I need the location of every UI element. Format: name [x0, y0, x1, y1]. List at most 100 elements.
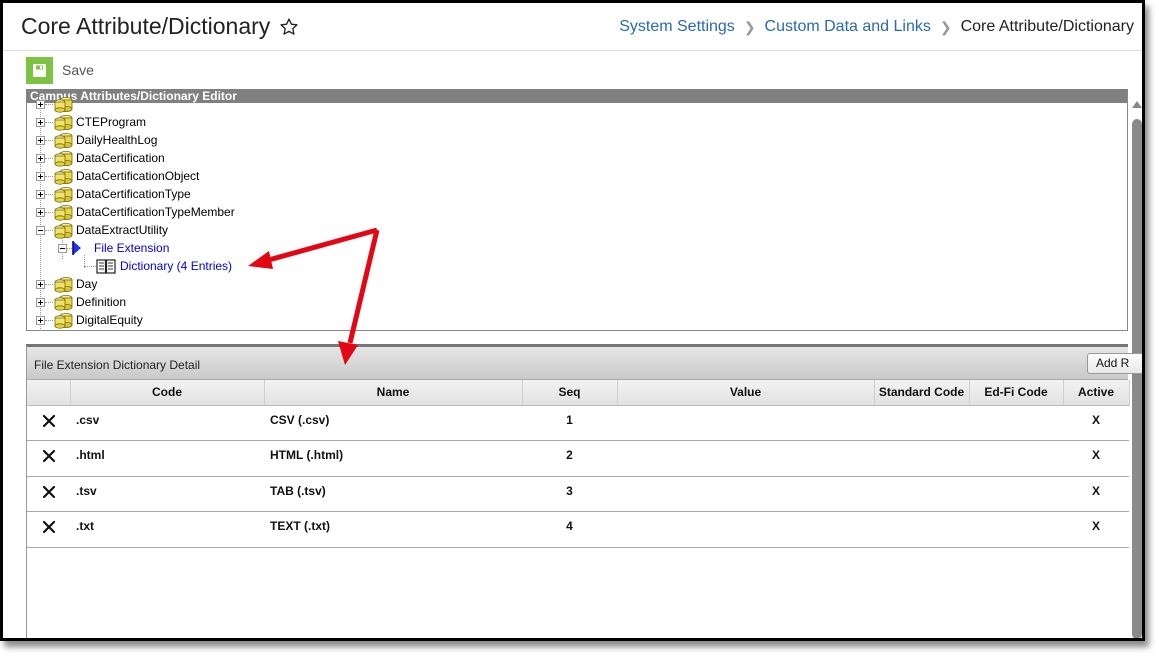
- tree-item-label[interactable]: DataCertificationTypeMember: [76, 205, 235, 219]
- star-icon[interactable]: [279, 17, 299, 37]
- cell-active[interactable]: X: [1063, 440, 1129, 477]
- cell-code[interactable]: .csv: [70, 405, 264, 441]
- dictionary-detail-panel: File Extension Dictionary Detail Add R C…: [26, 344, 1142, 638]
- cell-value[interactable]: [617, 476, 874, 512]
- tree-item-datacertificationtypemember[interactable]: DataCertificationTypeMember: [36, 203, 235, 221]
- column-header-value[interactable]: Value: [617, 380, 875, 406]
- tree-item-label[interactable]: Definition: [76, 295, 126, 309]
- cell-code[interactable]: .txt: [70, 511, 264, 548]
- expand-icon[interactable]: [36, 315, 45, 325]
- cell-active[interactable]: X: [1063, 476, 1129, 512]
- column-header-name[interactable]: Name: [264, 380, 523, 406]
- cell-name[interactable]: TEXT (.txt): [264, 511, 522, 548]
- cell-standard-code[interactable]: [874, 405, 969, 441]
- breadcrumb-custom-data-links[interactable]: Custom Data and Links: [765, 18, 931, 36]
- tree-item-definition[interactable]: Definition: [36, 293, 126, 311]
- cell-value[interactable]: [617, 511, 874, 548]
- tree-item-dictionary[interactable]: Dictionary (4 Entries): [84, 257, 232, 275]
- tree-item-datacertificationobject[interactable]: DataCertificationObject: [36, 167, 199, 185]
- tree-item-partial-bottom: [36, 329, 76, 330]
- tree-item-label[interactable]: DataCertification: [76, 151, 165, 165]
- cell-active[interactable]: X: [1063, 405, 1129, 441]
- cell-edfi-code[interactable]: [969, 405, 1063, 441]
- table-row[interactable]: .txt TEXT (.txt) 4 X: [27, 511, 1129, 548]
- cell-name[interactable]: TAB (.tsv): [264, 476, 522, 512]
- breadcrumb: System Settings ❯ Custom Data and Links …: [619, 18, 1134, 36]
- table-row[interactable]: .html HTML (.html) 2 X: [27, 440, 1129, 477]
- scroll-thumb[interactable]: [1132, 119, 1142, 638]
- tree-item-label[interactable]: DigitalEquity: [76, 313, 143, 327]
- cell-standard-code[interactable]: [874, 476, 969, 512]
- expand-icon[interactable]: [36, 189, 45, 199]
- cell-standard-code[interactable]: [874, 440, 969, 477]
- column-header-code[interactable]: Code: [70, 380, 265, 406]
- tree-item-label[interactable]: DailyHealthLog: [76, 133, 157, 147]
- collapse-icon[interactable]: [58, 243, 67, 253]
- cell-code[interactable]: .html: [70, 440, 264, 477]
- cell-active[interactable]: X: [1063, 511, 1129, 548]
- book-icon: [96, 258, 116, 274]
- cell-seq[interactable]: 2: [522, 440, 617, 477]
- chevron-right-icon: ❯: [743, 18, 756, 35]
- tree-item-label[interactable]: DataCertificationType: [76, 187, 191, 201]
- cell-seq[interactable]: 1: [522, 405, 617, 441]
- tree-item-label[interactable]: Dictionary (4 Entries): [120, 259, 232, 273]
- tree-item-digitalequity[interactable]: DigitalEquity: [36, 311, 143, 329]
- tree-item-partial: [36, 95, 76, 113]
- cell-seq[interactable]: 4: [522, 511, 617, 548]
- collapse-icon[interactable]: [36, 225, 45, 235]
- detail-panel-title: File Extension Dictionary Detail: [34, 358, 201, 372]
- cell-value[interactable]: [617, 440, 874, 477]
- cell-name[interactable]: HTML (.html): [264, 440, 522, 477]
- page-header: Core Attribute/Dictionary System Setting…: [3, 3, 1142, 51]
- add-row-button[interactable]: Add R: [1087, 353, 1142, 374]
- expand-icon[interactable]: [36, 297, 45, 307]
- tree-item-cteprogram[interactable]: CTEProgram: [36, 113, 146, 131]
- table-row[interactable]: .tsv TAB (.tsv) 3 X: [27, 476, 1129, 512]
- table-row[interactable]: .csv CSV (.csv) 1 X: [27, 405, 1129, 441]
- tree-item-datacertificationtype[interactable]: DataCertificationType: [36, 185, 191, 203]
- tree-item-day[interactable]: Day: [36, 275, 97, 293]
- database-icon: [54, 312, 73, 329]
- toolbar: Save: [26, 56, 94, 84]
- expand-icon[interactable]: [36, 117, 45, 127]
- cell-seq[interactable]: 3: [522, 476, 617, 512]
- column-header-edfi-code[interactable]: Ed-Fi Code: [969, 380, 1064, 406]
- column-header-seq[interactable]: Seq: [522, 380, 618, 406]
- tree-item-label[interactable]: DataCertificationObject: [76, 169, 199, 183]
- expand-icon[interactable]: [36, 135, 45, 145]
- table-header-row: Code Name Seq Value Standard Code Ed-Fi …: [27, 380, 1130, 406]
- column-header-standard-code[interactable]: Standard Code: [874, 380, 970, 406]
- tree-item-datacertification[interactable]: DataCertification: [36, 149, 165, 167]
- scroll-up-icon[interactable]: [1132, 101, 1142, 108]
- expand-icon[interactable]: [36, 207, 45, 217]
- delete-x-icon[interactable]: [41, 413, 57, 429]
- breadcrumb-system-settings[interactable]: System Settings: [619, 18, 735, 36]
- database-icon: [54, 204, 73, 221]
- column-header-delete: [27, 380, 71, 406]
- save-button[interactable]: Save: [26, 56, 94, 84]
- expand-icon[interactable]: [36, 153, 45, 163]
- cell-edfi-code[interactable]: [969, 511, 1063, 548]
- cell-code[interactable]: .tsv: [70, 476, 264, 512]
- cell-edfi-code[interactable]: [969, 476, 1063, 512]
- tree-item-label[interactable]: DataExtractUtility: [76, 223, 168, 237]
- column-header-active[interactable]: Active: [1063, 380, 1130, 406]
- delete-x-icon[interactable]: [41, 519, 57, 535]
- delete-x-icon[interactable]: [41, 484, 57, 500]
- expand-icon[interactable]: [36, 171, 45, 181]
- tree-item-dataextractutility[interactable]: DataExtractUtility: [36, 221, 168, 239]
- database-icon: [54, 132, 73, 149]
- tree-item-label[interactable]: Day: [76, 277, 97, 291]
- database-icon: [54, 186, 73, 203]
- cell-name[interactable]: CSV (.csv): [264, 405, 522, 441]
- cell-edfi-code[interactable]: [969, 440, 1063, 477]
- tree-item-file-extension[interactable]: File Extension: [58, 239, 169, 257]
- cell-standard-code[interactable]: [874, 511, 969, 548]
- tree-item-label[interactable]: CTEProgram: [76, 115, 146, 129]
- tree-item-label[interactable]: File Extension: [94, 241, 169, 255]
- expand-icon[interactable]: [36, 279, 45, 289]
- delete-x-icon[interactable]: [41, 448, 57, 464]
- tree-item-dailyhealthlog[interactable]: DailyHealthLog: [36, 131, 157, 149]
- cell-value[interactable]: [617, 405, 874, 441]
